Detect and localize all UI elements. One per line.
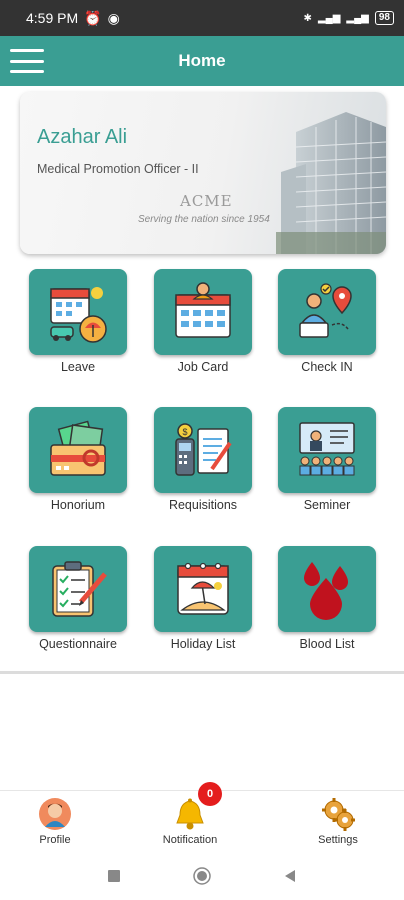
- status-bar: 4:59 PM ⏰ ◉ ✱ ▂▄▆ ▂▄▆ 98: [0, 0, 404, 36]
- grid-item-holiday-list[interactable]: Holiday List: [154, 546, 252, 651]
- grid-item-leave[interactable]: Leave: [29, 269, 127, 374]
- office-building-image: [276, 112, 386, 254]
- grid-item-label: Leave: [60, 360, 96, 374]
- nav-profile[interactable]: Profile: [10, 797, 100, 846]
- blood-list-tile[interactable]: [278, 546, 376, 632]
- employee-name: Azahar Ali: [37, 126, 128, 148]
- grid-item-blood-list[interactable]: Blood List: [278, 546, 376, 651]
- nav-settings-label: Settings: [318, 834, 358, 846]
- hamburger-menu-icon[interactable]: [10, 46, 44, 76]
- back-button-icon[interactable]: [283, 869, 297, 888]
- company-logo-text: ACME: [180, 192, 233, 210]
- blood-drops-icon: [304, 562, 348, 620]
- app-bar: Home: [0, 36, 404, 86]
- svg-text:$: $: [183, 427, 188, 437]
- questionnaire-tile[interactable]: [29, 546, 127, 632]
- gift-money-icon: [50, 420, 106, 476]
- profile-banner: Azahar Ali Medical Promotion Officer - I…: [20, 92, 386, 254]
- seminar-presentation-icon: [299, 422, 355, 476]
- leave-tile[interactable]: [29, 269, 127, 355]
- job-card-tile[interactable]: [154, 269, 252, 355]
- grid-item-label: Check IN: [301, 360, 353, 374]
- grid-item-label: Honorium: [50, 498, 106, 512]
- grid-item-label: Blood List: [299, 637, 355, 651]
- honorium-tile[interactable]: [29, 407, 127, 493]
- calendar-travel-icon: [50, 287, 107, 343]
- holiday-list-tile[interactable]: [154, 546, 252, 632]
- seminer-tile[interactable]: [278, 407, 376, 493]
- home-button-icon[interactable]: [193, 867, 211, 890]
- check-in-location-icon: [299, 283, 352, 338]
- grid-item-label: Holiday List: [170, 637, 236, 651]
- clipboard-checklist-icon: [52, 561, 107, 617]
- bluetooth-icon: ✱: [303, 12, 312, 24]
- grid-item-label: Job Card: [177, 360, 229, 374]
- status-time: 4:59 PM: [26, 10, 79, 26]
- grid-item-label: Requisitions: [168, 498, 238, 512]
- signal-icon-2: ▂▄▆: [346, 12, 369, 24]
- grid-item-requisitions[interactable]: $ Requisitions: [154, 407, 252, 512]
- grid-item-honorium[interactable]: Honorium: [29, 407, 127, 512]
- grid-item-check-in[interactable]: Check IN: [278, 269, 376, 374]
- app-notification-icon: ◉: [107, 9, 120, 26]
- alarm-icon: ⏰: [84, 9, 102, 26]
- employee-designation: Medical Promotion Officer - II: [37, 162, 199, 176]
- profile-avatar-icon: [39, 798, 71, 830]
- grid-item-job-card[interactable]: Job Card: [154, 269, 252, 374]
- page-title: Home: [178, 51, 226, 70]
- grid-item-label: Questionnaire: [39, 637, 117, 651]
- nav-notification[interactable]: Notification: [145, 797, 235, 846]
- gear-icon: [322, 798, 355, 831]
- holiday-calendar-icon: [177, 562, 229, 615]
- grid-item-seminer[interactable]: Seminer: [278, 407, 376, 512]
- content-divider: [0, 671, 404, 674]
- requisition-form-icon: $: [175, 423, 232, 476]
- nav-notification-label: Notification: [162, 834, 218, 846]
- grid-item-label: Seminer: [303, 498, 351, 512]
- recent-apps-icon[interactable]: [107, 869, 121, 888]
- signal-icon: ▂▄▆: [317, 12, 341, 24]
- grid-item-questionnaire[interactable]: Questionnaire: [29, 546, 127, 651]
- battery-indicator: 98: [374, 11, 394, 25]
- check-in-tile[interactable]: [278, 269, 376, 355]
- company-tagline: Serving the nation since 1954: [138, 214, 270, 225]
- notification-count-badge: 0: [198, 782, 222, 806]
- nav-settings[interactable]: Settings: [293, 797, 383, 846]
- system-nav-bar: [0, 850, 404, 900]
- job-card-icon: [175, 282, 231, 338]
- requisitions-tile[interactable]: $: [154, 407, 252, 493]
- nav-profile-label: Profile: [39, 834, 71, 846]
